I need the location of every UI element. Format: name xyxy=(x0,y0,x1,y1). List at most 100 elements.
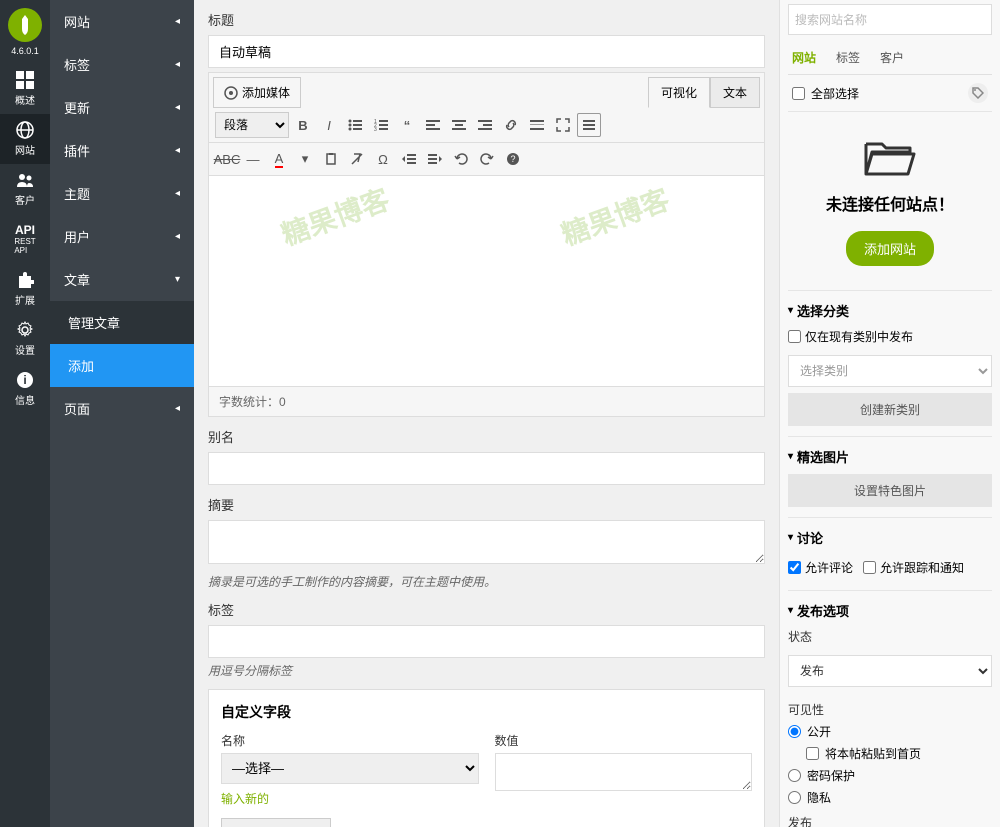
format-select[interactable]: 段落 xyxy=(215,112,289,138)
app-logo xyxy=(8,8,42,42)
editor-body[interactable]: 糖果博客 糖果博客 xyxy=(209,176,764,386)
menu-plugins[interactable]: 插件◂ xyxy=(50,129,194,172)
add-media-button[interactable]: 添加媒体 xyxy=(213,77,301,108)
menu-updates[interactable]: 更新◂ xyxy=(50,86,194,129)
title-input[interactable] xyxy=(208,35,765,68)
svg-text:i: i xyxy=(23,373,26,387)
tag-icon-button[interactable] xyxy=(968,83,988,103)
cf-value-input[interactable] xyxy=(495,753,753,791)
info-icon: i xyxy=(16,371,34,389)
link-button[interactable] xyxy=(499,113,523,137)
alias-label: 别名 xyxy=(208,427,765,446)
bold-button[interactable]: B xyxy=(291,113,315,137)
nav-clients[interactable]: 客户 xyxy=(0,164,50,214)
category-header[interactable]: 选择分类 xyxy=(788,301,992,320)
right-panel: 搜索网站名称 网站 标签 客户 全部选择 未连接任何站点！ 添加网站 选择分类 … xyxy=(779,0,1000,827)
chevron-left-icon: ◂ xyxy=(175,231,180,242)
blockquote-button[interactable]: “ xyxy=(395,113,419,137)
title-label: 标题 xyxy=(208,10,765,29)
nav-sites[interactable]: 网站 xyxy=(0,114,50,164)
featured-header[interactable]: 精选图片 xyxy=(788,447,992,466)
tags-input[interactable] xyxy=(208,625,765,658)
menu-tags[interactable]: 标签◂ xyxy=(50,43,194,86)
api-icon: API xyxy=(15,223,35,237)
text-color-button[interactable]: A xyxy=(267,147,291,171)
vis-private-radio[interactable] xyxy=(788,791,801,804)
nav-api[interactable]: API RESTAPI xyxy=(0,214,50,264)
align-center-button[interactable] xyxy=(447,113,471,137)
discussion-header[interactable]: 讨论 xyxy=(788,528,992,547)
search-input[interactable]: 搜索网站名称 xyxy=(788,4,992,35)
publish-panel: 发布选项 状态 发布 可见性 公开 将本帖粘贴到首页 密码保护 隐私 发布 立即… xyxy=(788,590,992,827)
tab-sites[interactable]: 网站 xyxy=(792,49,816,66)
editor-toolbar-2: ABC — A ▾ Ω ? xyxy=(209,143,764,176)
number-list-button[interactable]: 123 xyxy=(369,113,393,137)
allow-comments-checkbox[interactable] xyxy=(788,561,801,574)
menu-users[interactable]: 用户◂ xyxy=(50,215,194,258)
cf-name-select[interactable]: —选择— xyxy=(221,753,479,784)
readmore-button[interactable] xyxy=(525,113,549,137)
kitchen-sink-button[interactable] xyxy=(577,113,601,137)
editor-toolbar-1: 段落 B I 123 “ xyxy=(209,108,764,143)
media-icon xyxy=(224,86,238,100)
indent-button[interactable] xyxy=(423,147,447,171)
select-all-checkbox[interactable] xyxy=(792,87,805,100)
clear-format-button[interactable] xyxy=(345,147,369,171)
vis-public-radio[interactable] xyxy=(788,725,801,738)
nav-extensions[interactable]: 扩展 xyxy=(0,264,50,314)
custom-fields-title: 自定义字段 xyxy=(221,702,752,722)
status-select[interactable]: 发布 xyxy=(788,655,992,687)
menu-manage-posts[interactable]: 管理文章 xyxy=(50,301,194,344)
menu-posts[interactable]: 文章▾ xyxy=(50,258,194,301)
align-right-button[interactable] xyxy=(473,113,497,137)
nav-settings[interactable]: 设置 xyxy=(0,314,50,364)
fullscreen-button[interactable] xyxy=(551,113,575,137)
tags-label: 标签 xyxy=(208,600,765,619)
redo-button[interactable] xyxy=(475,147,499,171)
italic-button[interactable]: I xyxy=(317,113,341,137)
menu-pages[interactable]: 页面◂ xyxy=(50,387,194,430)
nav-overview[interactable]: 概述 xyxy=(0,64,50,114)
category-select[interactable]: 选择类别 xyxy=(788,355,992,387)
main-content: 标题 添加媒体 可视化 文本 段落 B I 123 “ xyxy=(194,0,779,827)
chevron-down-icon: ▾ xyxy=(175,274,180,285)
folder-open-icon xyxy=(862,136,918,178)
excerpt-label: 摘要 xyxy=(208,495,765,514)
menu-add-post[interactable]: 添加 xyxy=(50,344,194,387)
tab-visual[interactable]: 可视化 xyxy=(648,77,710,108)
chevron-left-icon: ◂ xyxy=(175,145,180,156)
empty-state: 未连接任何站点！ 添加网站 xyxy=(788,112,992,290)
sticky-checkbox[interactable] xyxy=(806,747,819,760)
hr-button[interactable]: — xyxy=(241,147,265,171)
tab-tags[interactable]: 标签 xyxy=(836,49,860,66)
discussion-panel: 讨论 允许评论 允许跟踪和通知 xyxy=(788,517,992,590)
alias-input[interactable] xyxy=(208,452,765,485)
align-left-button[interactable] xyxy=(421,113,445,137)
tags-help: 用逗号分隔标签 xyxy=(208,662,765,679)
cf-name-label: 名称 xyxy=(221,732,479,749)
paste-text-button[interactable] xyxy=(319,147,343,171)
add-site-button[interactable]: 添加网站 xyxy=(846,231,934,266)
bullet-list-button[interactable] xyxy=(343,113,367,137)
undo-button[interactable] xyxy=(449,147,473,171)
publish-existing-checkbox[interactable] xyxy=(788,330,801,343)
text-color-dropdown[interactable]: ▾ xyxy=(293,147,317,171)
publish-header[interactable]: 发布选项 xyxy=(788,601,992,620)
create-category-button[interactable]: 创建新类别 xyxy=(788,393,992,426)
menu-site[interactable]: 网站◂ xyxy=(50,0,194,43)
set-featured-button[interactable]: 设置特色图片 xyxy=(788,474,992,507)
nav-info[interactable]: i 信息 xyxy=(0,364,50,414)
outdent-button[interactable] xyxy=(397,147,421,171)
menu-themes[interactable]: 主题◂ xyxy=(50,172,194,215)
cf-enter-new-link[interactable]: 输入新的 xyxy=(221,790,269,807)
custom-fields-panel: 自定义字段 名称 —选择— 输入新的 数值 添加自定义字段 xyxy=(208,689,765,827)
add-custom-field-button[interactable]: 添加自定义字段 xyxy=(221,818,331,827)
excerpt-input[interactable] xyxy=(208,520,765,564)
strikethrough-button[interactable]: ABC xyxy=(215,147,239,171)
vis-password-radio[interactable] xyxy=(788,769,801,782)
special-char-button[interactable]: Ω xyxy=(371,147,395,171)
tab-clients[interactable]: 客户 xyxy=(880,49,904,66)
tab-text[interactable]: 文本 xyxy=(710,77,760,108)
help-button[interactable]: ? xyxy=(501,147,525,171)
allow-ping-checkbox[interactable] xyxy=(863,561,876,574)
